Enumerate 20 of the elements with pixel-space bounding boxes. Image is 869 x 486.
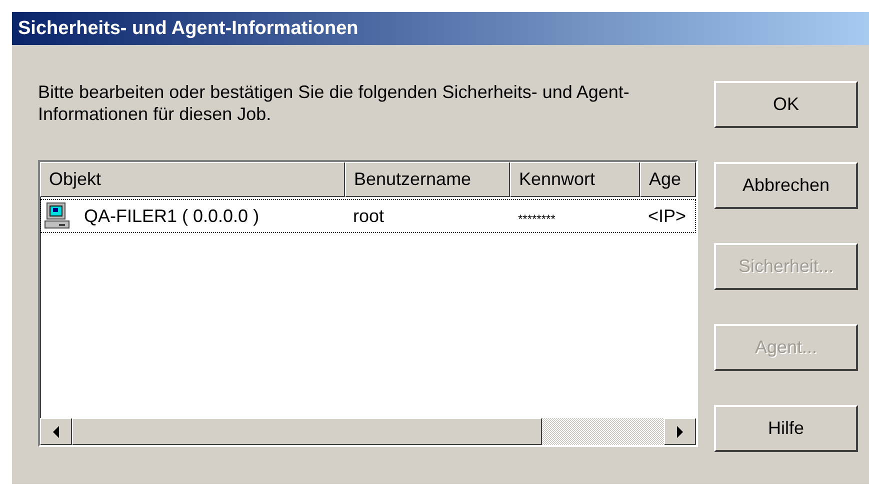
cancel-button[interactable]: Abbrechen (714, 162, 858, 209)
column-header[interactable]: Benutzername (345, 162, 510, 197)
help-button[interactable]: Hilfe (714, 405, 858, 452)
column-header[interactable]: Kennwort (510, 162, 640, 197)
instruction-text: Bitte bearbeiten oder bestätigen Sie die folgenden Sicherheits- und Agent-Informationen für diesen Job. (38, 81, 630, 125)
scrollbar-thumb[interactable] (72, 418, 542, 445)
window-title: Sicherheits- und Agent-Informationen (12, 12, 869, 45)
computer-icon (44, 202, 70, 230)
scroll-right-button[interactable] (664, 418, 696, 445)
user-name: root (352, 204, 384, 228)
column-header[interactable]: Age (640, 162, 696, 197)
list-row[interactable]: QA-FILER1 ( 0.0.0.0 ) root ******** <IP> (40, 199, 696, 233)
left-arrow-icon (52, 426, 60, 438)
right-arrow-icon (676, 426, 684, 438)
object-name: QA-FILER1 ( 0.0.0.0 ) (83, 204, 260, 228)
agent-type: <IP> (647, 204, 686, 228)
column-header[interactable]: Objekt (40, 162, 345, 197)
ok-button[interactable]: OK (714, 81, 858, 128)
scroll-left-button[interactable] (40, 418, 72, 445)
password-mask: ******** (517, 211, 556, 228)
